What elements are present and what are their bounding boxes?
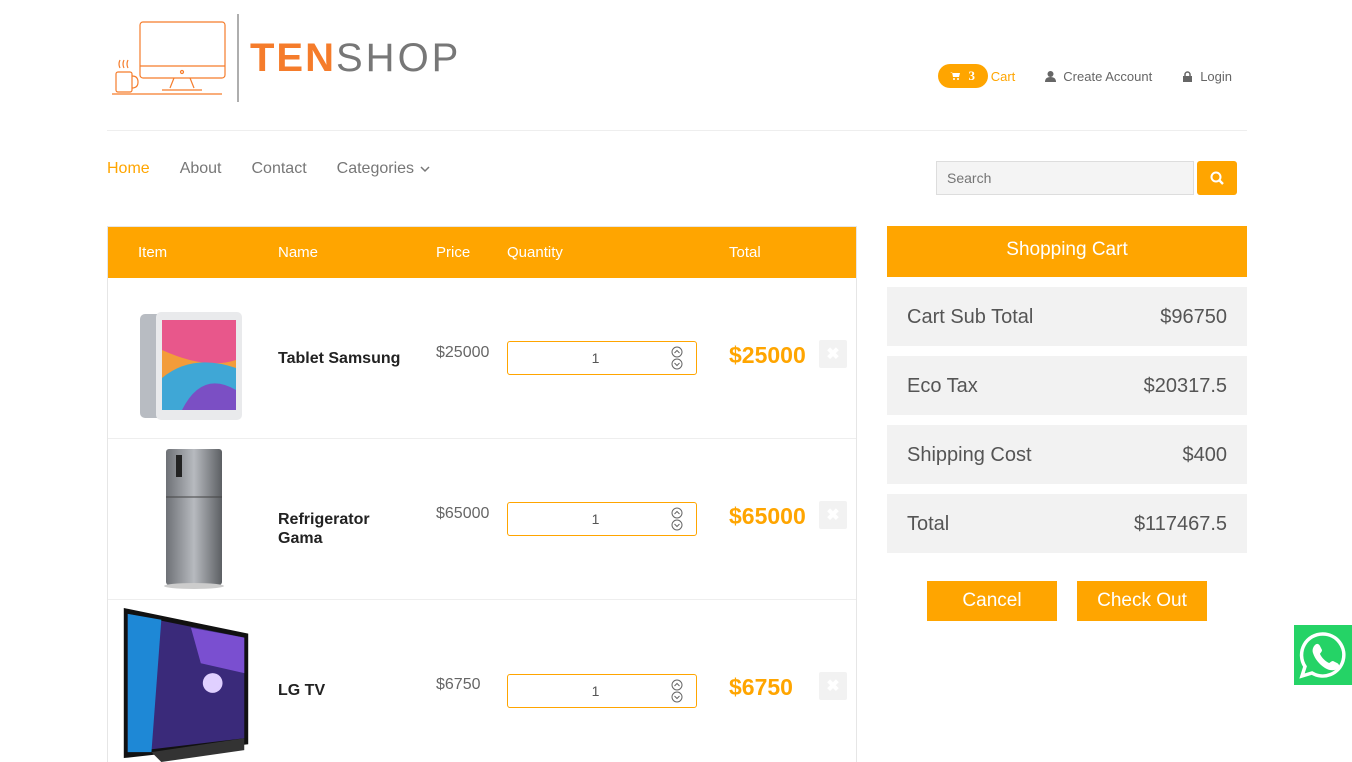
subtotal-value: $96750 <box>1160 306 1227 328</box>
header-divider <box>107 130 1247 131</box>
nav-categories[interactable]: Categories <box>337 160 430 178</box>
product-price: $65000 <box>436 505 490 522</box>
spinner-arrows-icon[interactable] <box>671 346 683 370</box>
summary-row-eco-tax: Eco Tax $20317.5 <box>887 356 1247 415</box>
brand-ten: TEN <box>250 36 336 80</box>
nav-home[interactable]: Home <box>107 160 150 178</box>
table-header: Item Name Price Quantity Total <box>108 227 856 278</box>
product-name: Tablet Samsung <box>278 350 401 367</box>
cancel-button[interactable]: Cancel <box>927 581 1057 621</box>
product-price: $25000 <box>436 344 490 361</box>
quantity-stepper[interactable]: 1 <box>507 341 697 375</box>
nav-contact[interactable]: Contact <box>252 160 307 178</box>
summary-row-subtotal: Cart Sub Total $96750 <box>887 287 1247 346</box>
table-row: Refrigerator Gama $65000 1 $65000 ✖ <box>108 439 856 600</box>
checkout-button[interactable]: Check Out <box>1077 581 1207 621</box>
create-account-label: Create Account <box>1063 68 1153 84</box>
cart-icon <box>950 72 961 80</box>
remove-button[interactable]: ✖ <box>819 672 847 700</box>
eco-tax-value: $20317.5 <box>1143 375 1227 397</box>
header-quantity: Quantity <box>507 244 563 261</box>
header-total: Total <box>729 244 761 261</box>
summary-row-shipping: Shipping Cost $400 <box>887 425 1247 484</box>
shipping-label: Shipping Cost <box>907 444 1032 466</box>
search-button[interactable] <box>1197 161 1237 195</box>
site-logo[interactable]: TENSHOP <box>112 14 482 102</box>
login-label: Login <box>1200 68 1232 84</box>
table-row: LG TV $6750 1 $6750 ✖ <box>108 600 856 762</box>
subtotal-label: Cart Sub Total <box>907 306 1034 328</box>
spinner-arrows-icon[interactable] <box>671 679 683 703</box>
header-name: Name <box>278 244 319 261</box>
summary-title: Shopping Cart <box>887 226 1247 277</box>
main-nav: Home About Contact Categories <box>107 160 460 178</box>
product-total: $25000 <box>729 342 806 368</box>
computer-logo-icon <box>112 14 239 102</box>
refrigerator-image <box>164 449 224 589</box>
product-name: Refrigerator Gama <box>278 511 370 547</box>
quantity-value: 1 <box>591 683 600 699</box>
spinner-arrows-icon[interactable] <box>671 507 683 531</box>
eco-tax-label: Eco Tax <box>907 375 978 397</box>
remove-icon: ✖ <box>826 678 840 695</box>
remove-button[interactable]: ✖ <box>819 340 847 368</box>
cart-count: 3 <box>968 68 975 83</box>
user-icon <box>1045 70 1057 82</box>
whatsapp-button[interactable] <box>1294 625 1352 685</box>
brand-shop: SHOP <box>336 36 462 80</box>
chevron-down-icon <box>420 165 430 172</box>
product-price: $6750 <box>436 676 481 693</box>
quantity-stepper[interactable]: 1 <box>507 674 697 708</box>
cart-link[interactable]: 3 Cart <box>937 64 1016 88</box>
search-input[interactable] <box>936 161 1194 195</box>
total-value: $117467.5 <box>1133 513 1227 535</box>
create-account-link[interactable]: Create Account <box>1045 69 1152 84</box>
search-icon <box>1210 171 1224 185</box>
summary-row-total: Total $117467.5 <box>887 494 1247 553</box>
quantity-value: 1 <box>591 350 600 366</box>
top-links: 3 Cart Create Account Login <box>937 64 1232 88</box>
product-total: $65000 <box>729 503 806 529</box>
product-total: $6750 <box>729 674 793 700</box>
quantity-value: 1 <box>591 511 600 527</box>
tablet-image <box>140 312 242 420</box>
cart-badge[interactable]: 3 <box>937 64 988 88</box>
lock-icon <box>1183 70 1193 82</box>
remove-icon: ✖ <box>826 507 840 524</box>
remove-icon: ✖ <box>826 346 840 363</box>
remove-button[interactable]: ✖ <box>819 501 847 529</box>
total-label: Total <box>907 513 950 535</box>
nav-about[interactable]: About <box>180 160 222 178</box>
table-row: Tablet Samsung $25000 1 $25000 ✖ <box>108 278 856 439</box>
tv-image <box>123 607 249 762</box>
whatsapp-icon <box>1299 632 1346 679</box>
login-link[interactable]: Login <box>1182 69 1232 84</box>
shipping-value: $400 <box>1182 444 1228 466</box>
cart-label[interactable]: Cart <box>991 69 1016 84</box>
nav-categories-label: Categories <box>336 160 415 177</box>
quantity-stepper[interactable]: 1 <box>507 502 697 536</box>
header-price: Price <box>436 244 471 261</box>
header-item: Item <box>138 244 168 261</box>
cart-table: Item Name Price Quantity Total Tablet Sa… <box>107 226 857 762</box>
product-name: LG TV <box>278 682 326 699</box>
